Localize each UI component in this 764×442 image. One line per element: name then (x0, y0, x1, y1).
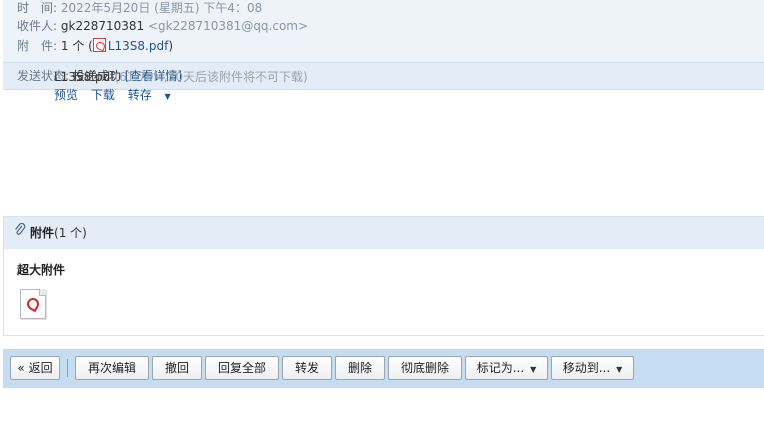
attachments-header: 附件(1 个) (4, 217, 764, 249)
chevron-down-icon: ▼ (530, 365, 537, 374)
recipient-email: <gk228710381@qq.com> (147, 19, 309, 33)
attachments-body: 超大附件 (4, 249, 764, 335)
pdf-file-icon[interactable] (20, 289, 50, 321)
toolbar-divider (67, 359, 68, 377)
time-row: 时 间: 2022年5月20日 (星期五) 下午4：08 (17, 0, 262, 17)
recall-button[interactable]: 撤回 (152, 356, 202, 380)
move-to-button[interactable]: 移动到... ▼ (551, 356, 634, 380)
attachment-actions: 预览 下载 转存 ▼ (54, 86, 189, 103)
back-button[interactable]: « 返回 (10, 356, 60, 380)
attachments-count: (1 个) (54, 226, 87, 240)
mark-as-button[interactable]: 标记为... ▼ (465, 356, 548, 380)
chevron-down-icon: ▼ (164, 92, 171, 101)
delete-button[interactable]: 删除 (335, 356, 385, 380)
time-label: 时 间: (17, 1, 58, 15)
move-to-label: 移动到... (562, 361, 611, 375)
attachment-file-name[interactable]: L13S8.pdf (54, 70, 114, 84)
action-toolbar: « 返回 再次编辑 撤回 回复全部 转发 删除 彻底删除 标记为... ▼ 移动到… (3, 349, 764, 388)
recipient-label: 收件人: (17, 19, 58, 33)
mail-header: 时 间: 2022年5月20日 (星期五) 下午4：08 收件人: gk2287… (3, 0, 764, 62)
attachments-title: 附件 (30, 226, 55, 240)
attachment-close: ) (168, 39, 173, 53)
preview-link[interactable]: 预览 (54, 88, 78, 102)
attachments-panel: 附件(1 个) 超大附件 (3, 216, 764, 336)
attachment-count: 1 个 ( (60, 39, 93, 53)
forward-button[interactable]: 转发 (282, 356, 332, 380)
attachment-label: 附 件: (17, 39, 58, 53)
time-value: 2022年5月20日 (星期五) 下午4：08 (60, 1, 263, 15)
edit-again-button[interactable]: 再次编辑 (75, 356, 149, 380)
attachment-row: 附 件: 1 个 ( L13S8.pdf) (17, 37, 173, 55)
paperclip-icon (14, 217, 26, 249)
save-to-label: 转存 (127, 88, 152, 102)
reply-all-button[interactable]: 回复全部 (205, 356, 279, 380)
pdf-icon (92, 38, 106, 52)
mark-as-label: 标记为... (476, 361, 525, 375)
large-attachment-title: 超大附件 (17, 263, 66, 277)
download-link[interactable]: 下载 (91, 88, 115, 102)
recipient-row: 收件人: gk228710381 <gk228710381@qq.com> (17, 17, 308, 35)
attachment-file-line: L13S8.pdf(61.79M,30天后该附件将不可下载) (54, 68, 308, 85)
save-to-link[interactable]: 转存 ▼ (128, 88, 180, 102)
attachment-file-note: (61.79M,30天后该附件将不可下载) (114, 70, 308, 84)
attachment-file-link[interactable]: L13S8.pdf (108, 39, 168, 53)
delete-permanently-button[interactable]: 彻底删除 (388, 356, 462, 380)
recipient-name: gk228710381 (60, 19, 145, 33)
chevron-down-icon: ▼ (616, 365, 623, 374)
